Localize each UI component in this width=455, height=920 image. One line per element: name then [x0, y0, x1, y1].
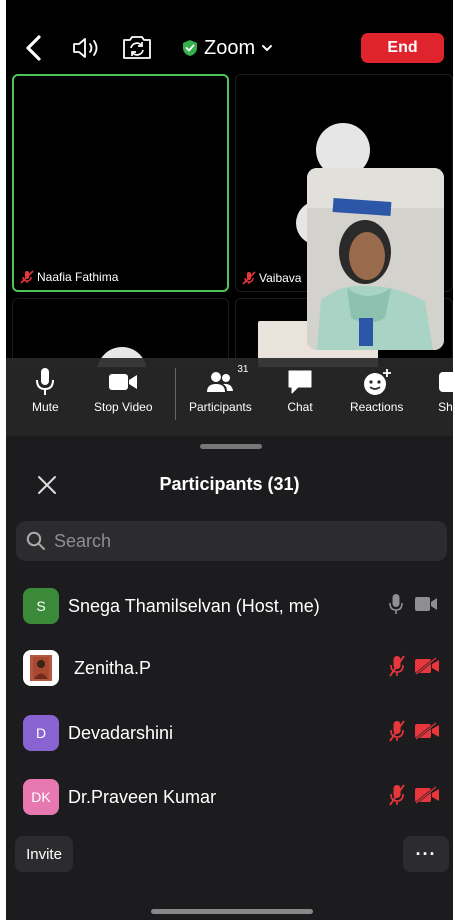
avatar-initials: D [35, 725, 47, 741]
reactions-label: Reactions [350, 400, 404, 414]
participant-name: Devadarshini [68, 722, 174, 743]
avatar: S [23, 588, 59, 624]
control-divider [175, 368, 176, 420]
search-icon [26, 531, 45, 550]
panel-title: Participants (31) [159, 474, 300, 494]
participants-count-badge: 31 [237, 364, 249, 375]
muted-mic-icon [388, 654, 406, 682]
microphone-icon [34, 364, 56, 400]
stop-video-label: Stop Video [94, 400, 153, 414]
video-off-icon [414, 721, 440, 745]
participant-name: Naafia Fathima [37, 270, 119, 284]
search-input[interactable] [54, 530, 414, 552]
meeting-title[interactable]: Zoom [182, 34, 273, 62]
chevron-down-icon [262, 45, 273, 52]
back-icon[interactable] [22, 34, 46, 62]
participant-name: Dr.Praveen Kumar [68, 786, 217, 807]
speaker-icon[interactable] [70, 34, 106, 62]
muted-mic-icon [242, 271, 256, 285]
avatar: D [23, 715, 59, 751]
tile-name-label: Vaibava [242, 271, 301, 285]
participant-row[interactable]: D Devadarshini [6, 703, 453, 763]
participant-row[interactable]: S Snega Thamilselvan (Host, me) [6, 576, 453, 636]
video-camera-icon [108, 364, 138, 400]
zoom-meeting-screen: Zoom End Naafia Fathima Vaibava Mute Sto… [6, 0, 453, 920]
participant-name: Snega Thamilselvan (Host, me) [68, 595, 320, 616]
avatar-initials: S [36, 598, 46, 614]
avatar: DK [23, 779, 59, 815]
camera-flip-icon[interactable] [120, 32, 154, 62]
avatar [23, 650, 59, 686]
share-icon [438, 364, 453, 400]
top-bar: Zoom End [6, 26, 453, 70]
stop-video-button[interactable]: Stop Video [94, 364, 153, 414]
profile-photo [30, 655, 52, 681]
participant-row[interactable]: DK Dr.Praveen Kumar [6, 767, 453, 827]
participant-name: Vaibava [259, 271, 302, 285]
video-camera-icon [414, 596, 438, 617]
tile-name-label: Naafia Fathima [20, 270, 118, 284]
meeting-controls: Mute Stop Video 31 Participants Chat Rea… [6, 358, 453, 436]
muted-mic-icon [388, 783, 406, 811]
invite-button[interactable]: Invite [15, 836, 73, 872]
self-view-image [307, 168, 444, 350]
avatar-initials: DK [31, 789, 51, 805]
self-view-video[interactable] [307, 168, 444, 350]
participants-panel: Participants (31) S Snega Thamilselvan (… [6, 436, 453, 920]
share-label: Sh [438, 400, 453, 414]
video-off-icon [414, 656, 440, 680]
participants-icon: 31 [205, 364, 248, 400]
muted-mic-icon [20, 270, 34, 284]
search-field[interactable] [16, 521, 447, 561]
mute-button[interactable]: Mute [32, 364, 59, 414]
home-indicator [151, 909, 313, 914]
drag-handle[interactable] [200, 444, 262, 449]
muted-mic-icon [388, 719, 406, 747]
reactions-button[interactable]: Reactions [350, 364, 403, 414]
microphone-icon [388, 593, 404, 620]
participant-name: Zenitha.P [74, 657, 152, 678]
participant-row[interactable]: Zenitha.P [6, 638, 453, 698]
share-button[interactable]: Sh [438, 364, 453, 414]
more-icon: ··· [415, 843, 437, 864]
title-label: Zoom [204, 36, 256, 59]
chat-button[interactable]: Chat [286, 364, 314, 414]
participants-label: Participants [189, 400, 252, 414]
mute-label: Mute [32, 400, 59, 414]
video-tile-naafia[interactable]: Naafia Fathima [12, 74, 229, 292]
smiley-add-icon [362, 364, 392, 400]
participants-button[interactable]: 31 Participants [189, 364, 252, 414]
shield-check-icon [183, 40, 197, 56]
more-options-button[interactable]: ··· [403, 836, 449, 872]
chat-label: Chat [287, 400, 313, 414]
video-off-icon [414, 785, 440, 809]
end-button[interactable]: End [361, 33, 444, 63]
chat-bubble-icon [286, 364, 314, 400]
